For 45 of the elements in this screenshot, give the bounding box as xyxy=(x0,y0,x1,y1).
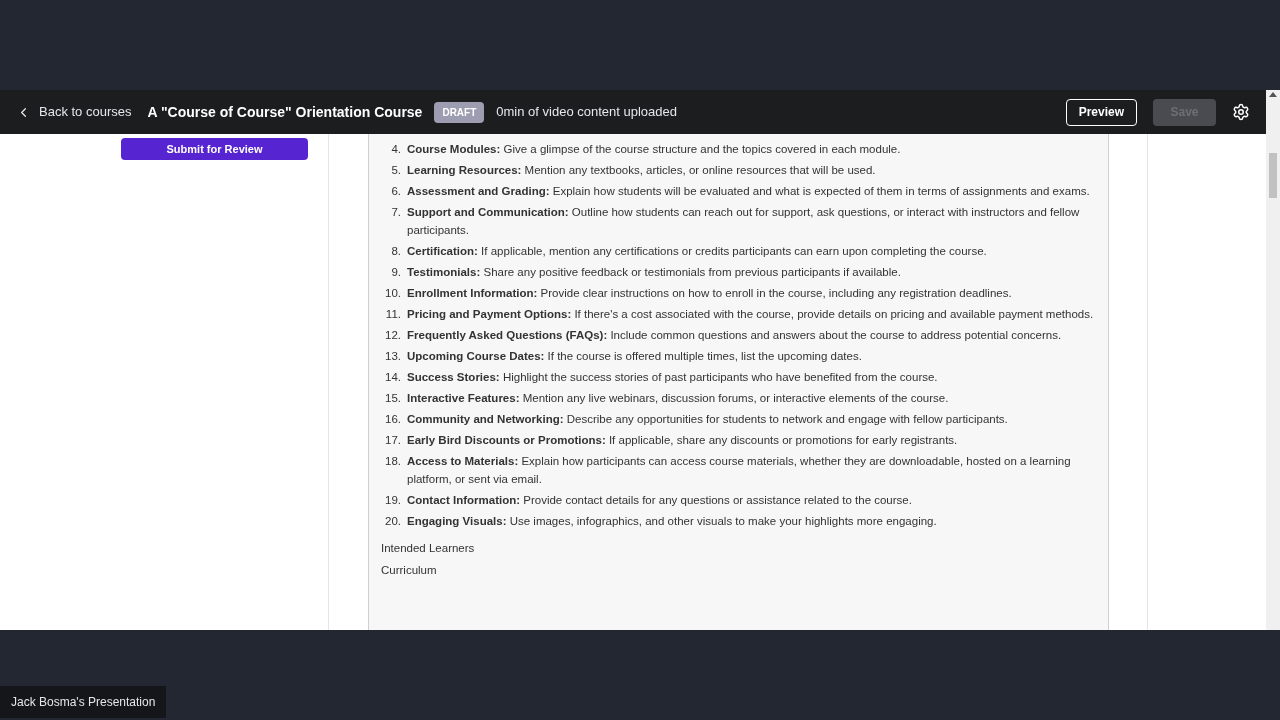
list-item-text: Learning Resources: Mention any textbooks, articles, or online resources that will be used. xyxy=(407,163,876,178)
list-number: 9. xyxy=(390,265,402,280)
list-item-text: Support and Communication: Outline how students can reach out for support, ask questions, or interact with instructors and fellow participants. xyxy=(407,205,1081,238)
list-item-text: Contact Information: Provide contact details for any questions or assistance related to the course. xyxy=(407,493,912,508)
list-item-text: Certification: If applicable, mention any certifications or credits participants can earn upon completing the course. xyxy=(407,244,987,259)
list-item-text: Success Stories: Highlight the success stories of past participants who have benefited from the course. xyxy=(407,370,938,385)
section-heading: Intended Learners xyxy=(381,541,475,556)
list-item-text: Community and Networking: Describe any opportunities for students to network and engage with fellow participants. xyxy=(407,412,1008,427)
presenter-label: Jack Bosma's Presentation xyxy=(0,686,167,718)
list-item-text: Frequently Asked Questions (FAQs): Include common questions and answers about the course to address potential concerns. xyxy=(407,328,1062,343)
list-item-text: Enrollment Information: Provide clear instructions on how to enroll in the course, including any registration deadlines. xyxy=(407,286,1012,301)
list-number: 11. xyxy=(384,307,402,322)
list-number: 14. xyxy=(384,370,402,385)
list-number: 5. xyxy=(390,163,402,178)
scrollbar[interactable] xyxy=(1266,90,1280,630)
list-item-text: Engaging Visuals: Use images, infographics, and other visuals to make your highlights more engaging. xyxy=(407,514,937,529)
list-number: 17. xyxy=(384,433,402,448)
list-number: 7. xyxy=(390,205,402,220)
back-link[interactable]: Back to courses xyxy=(16,102,132,122)
list-number: 4. xyxy=(390,142,402,157)
list-number: 15. xyxy=(384,391,402,406)
list-item-text: Early Bird Discounts or Promotions: If applicable, share any discounts or promotions for early registrants. xyxy=(407,433,958,448)
settings-icon[interactable] xyxy=(1232,103,1250,121)
list-number: 6. xyxy=(390,184,402,199)
preview-button[interactable]: Preview xyxy=(1065,98,1137,126)
course-title: A "Course of Course" Orientation Course xyxy=(147,102,423,122)
status-badge: DRAFT xyxy=(434,101,485,123)
list-item-text: Assessment and Grading: Explain how students will be evaluated and what is expected of them in terms of assignments and exams. xyxy=(407,184,1090,199)
list-number: 12. xyxy=(384,328,402,343)
list-number: 13. xyxy=(384,349,402,364)
list-number: 10. xyxy=(384,286,402,301)
list-item-text: Course Modules: Give a glimpse of the course structure and the topics covered in each module. xyxy=(407,142,901,157)
video-content-info: 0min of video content uploaded xyxy=(496,103,677,122)
list-number: 16. xyxy=(384,412,402,427)
list-item-text: Upcoming Course Dates: If the course is offered multiple times, list the upcoming dates. xyxy=(407,349,862,364)
submit-for-review-button[interactable]: Submit for Review xyxy=(121,138,308,161)
list-number: 20. xyxy=(384,514,402,529)
list-item-text: Testimonials: Share any positive feedback or testimonials from previous participants if available. xyxy=(407,265,901,280)
list-number: 19. xyxy=(384,493,402,508)
list-item-text: Access to Materials: Explain how participants can access course materials, whether they are downloadable, hosted on a learning platform, or sent via email. xyxy=(407,454,1072,487)
list-item-text: Interactive Features: Mention any live webinars, discussion forums, or interactive elements of the course. xyxy=(407,391,949,406)
list-number: 8. xyxy=(390,244,402,259)
section-heading: Curriculum xyxy=(381,563,437,578)
list-item-text: Pricing and Payment Options: If there's a cost associated with the course, provide details on pricing and available payment methods. xyxy=(407,307,1094,322)
list-number: 18. xyxy=(384,454,402,469)
